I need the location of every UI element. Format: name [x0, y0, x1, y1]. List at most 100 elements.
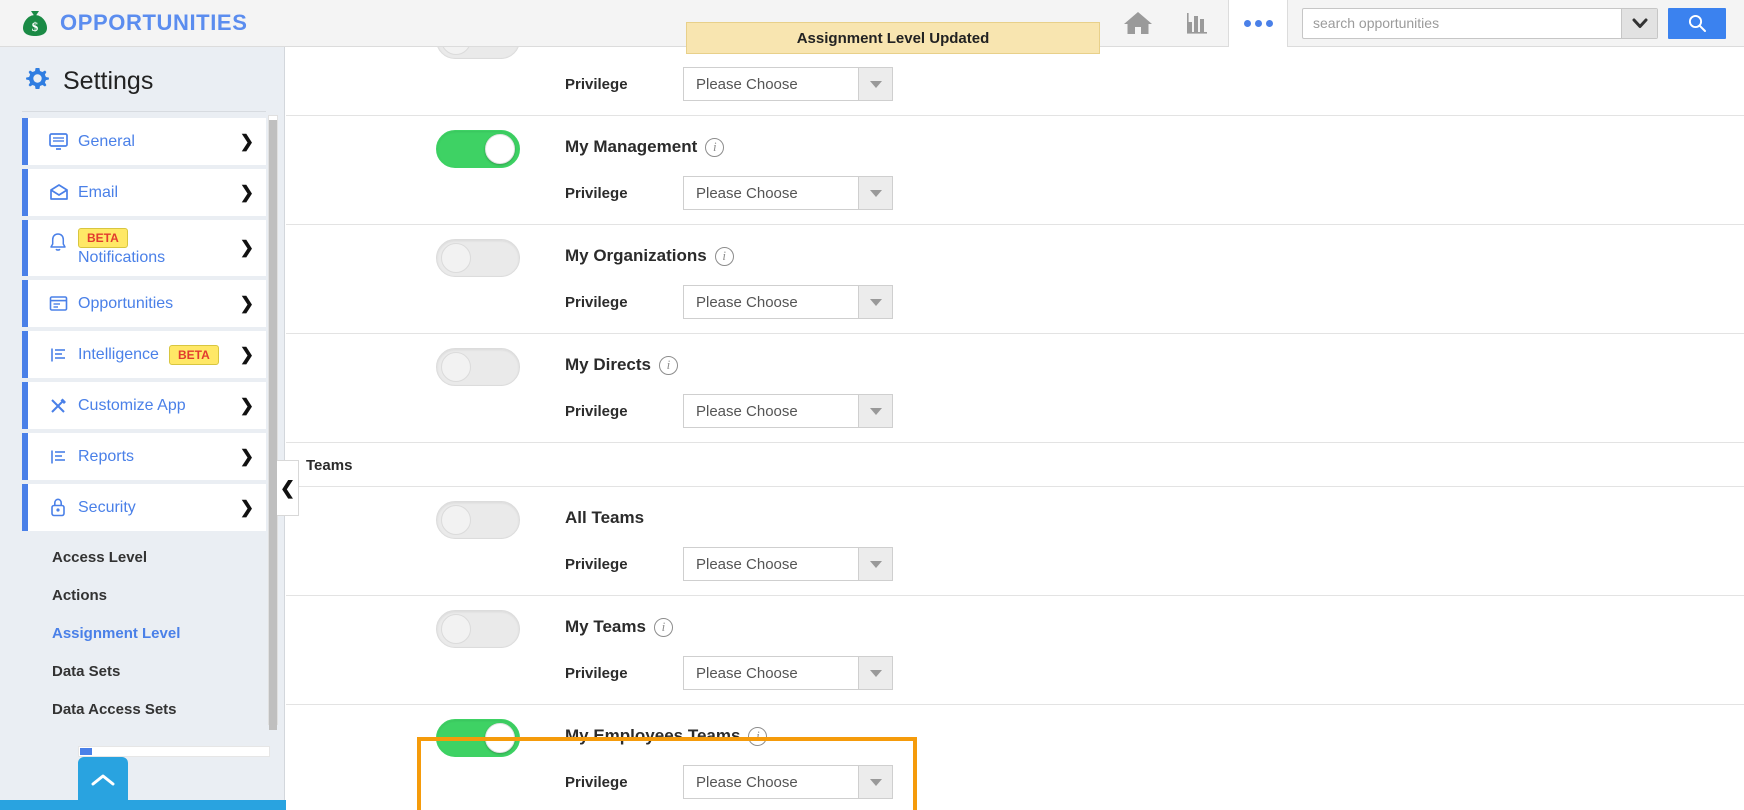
privilege-label: Privilege — [565, 75, 628, 93]
sidebar-item-label: Opportunities — [78, 294, 174, 312]
sidebar-item-security[interactable]: Security ❯ — [22, 484, 266, 531]
sidebar-item-label: Email — [78, 183, 119, 201]
sidebar-item-label: Intelligence — [78, 345, 159, 363]
row-toggle[interactable] — [436, 610, 520, 648]
row-title-label: My Employees Teams — [565, 726, 741, 745]
row-title: My Directs i — [565, 346, 1744, 384]
sidebar-item-general[interactable]: General ❯ — [22, 118, 266, 165]
search-scope-chevron-down-icon[interactable] — [1621, 8, 1657, 38]
privilege-label: Privilege — [565, 664, 628, 682]
app-root: $ OPPORTUNITIES search opportunities Ass… — [0, 0, 1744, 810]
row-toggle[interactable] — [436, 348, 520, 386]
bell-icon — [48, 232, 78, 253]
sidebar-item-customize-app[interactable]: Customize App ❯ — [22, 382, 266, 429]
sidebar-subitem-data-sets[interactable]: Data Sets — [52, 663, 284, 680]
privilege-dropdown[interactable]: Please Choose — [683, 765, 893, 799]
info-icon[interactable]: i — [748, 726, 768, 746]
main-content: Privilege Please Choose My Management i … — [286, 47, 1744, 810]
sidebar-item-opportunities[interactable]: Opportunities ❯ — [22, 280, 266, 327]
row-toggle[interactable] — [436, 47, 520, 59]
sidebar-scroll-thumb[interactable] — [269, 120, 277, 730]
caret-down-icon[interactable] — [858, 548, 892, 580]
sidebar-hscroll-thumb[interactable] — [80, 748, 92, 755]
sidebar-item-notifications-content: BETA Notifications — [78, 226, 165, 267]
privilege-dropdown[interactable]: Please Choose — [683, 656, 893, 690]
window-icon — [48, 294, 78, 314]
row-title: My Teams i — [565, 608, 1744, 646]
sidebar-item-reports[interactable]: Reports ❯ — [22, 433, 266, 480]
caret-down-icon[interactable] — [858, 657, 892, 689]
sidebar-item-label: Reports — [78, 447, 135, 465]
privilege-dropdown[interactable]: Please Choose — [683, 176, 893, 210]
info-icon[interactable]: i — [653, 617, 673, 637]
privilege-row: Privilege Please Choose — [565, 285, 1744, 319]
caret-down-icon[interactable] — [858, 68, 892, 100]
row-toggle[interactable] — [436, 130, 520, 168]
table-row: Privilege Please Choose — [286, 47, 1744, 116]
row-body: My Organizations i Privilege Please Choo… — [565, 237, 1744, 319]
info-icon[interactable]: i — [705, 137, 725, 157]
report-icon — [48, 447, 78, 467]
sidebar-horizontal-scrollbar[interactable] — [78, 746, 270, 757]
row-toggle[interactable] — [436, 239, 520, 277]
notification-banner: Assignment Level Updated — [686, 22, 1100, 54]
home-icon[interactable] — [1108, 0, 1168, 47]
row-body: Privilege Please Choose — [565, 47, 1744, 101]
sidebar-item-label: Customize App — [78, 396, 186, 414]
toggle-knob — [441, 614, 471, 644]
table-row: My Employees Teams i Privilege Please Ch… — [286, 705, 1744, 810]
info-icon[interactable]: i — [714, 246, 734, 266]
row-title: All Teams — [565, 499, 1744, 537]
privilege-label: Privilege — [565, 773, 628, 791]
privilege-dropdown[interactable]: Please Choose — [683, 547, 893, 581]
sidebar-subitem-access-level[interactable]: Access Level — [52, 549, 284, 566]
toggle-knob — [441, 47, 471, 55]
scroll-to-top-button[interactable] — [78, 757, 128, 802]
privilege-dropdown[interactable]: Please Choose — [683, 285, 893, 319]
list-lines-icon — [48, 345, 78, 365]
sidebar-subitem-actions[interactable]: Actions — [52, 587, 284, 604]
privilege-row: Privilege Please Choose — [565, 656, 1744, 690]
row-body: All Teams Privilege Please Choose — [565, 499, 1744, 581]
caret-down-icon[interactable] — [858, 766, 892, 798]
chevron-right-icon: ❯ — [239, 344, 254, 364]
dots — [1243, 19, 1273, 27]
search-button[interactable] — [1668, 7, 1726, 39]
sidebar-vertical-scrollbar[interactable] — [268, 115, 278, 730]
privilege-dropdown[interactable]: Please Choose — [683, 67, 893, 101]
sidebar: Settings General ❯ Email ❯ BETA Notifica… — [0, 47, 404, 810]
more-dots-icon[interactable] — [1228, 0, 1288, 47]
caret-down-icon[interactable] — [858, 395, 892, 427]
sidebar-item-email[interactable]: Email ❯ — [22, 169, 266, 216]
row-title-label: All Teams — [565, 508, 645, 527]
privilege-label: Privilege — [565, 184, 628, 202]
sidebar-subitem-assignment-level[interactable]: Assignment Level — [52, 625, 284, 642]
toggle-knob — [441, 243, 471, 273]
sidebar-item-label: Security — [78, 498, 136, 516]
row-body: My Employees Teams i Privilege Please Ch… — [565, 717, 1744, 799]
row-title: My Employees Teams i — [565, 717, 1744, 755]
caret-down-icon[interactable] — [858, 177, 892, 209]
bar-chart-icon[interactable] — [1168, 0, 1228, 47]
money-bag-icon: $ — [20, 8, 50, 38]
toggle-knob — [441, 505, 471, 535]
row-toggle[interactable] — [436, 501, 520, 539]
sidebar-collapse-button[interactable]: ❮ — [277, 460, 299, 516]
toggle-knob — [485, 134, 515, 164]
privilege-row: Privilege Please Choose — [565, 67, 1744, 101]
privilege-dropdown[interactable]: Please Choose — [683, 394, 893, 428]
row-body: My Management i Privilege Please Choose — [565, 128, 1744, 210]
beta-badge: BETA — [168, 344, 219, 365]
privilege-dropdown-value: Please Choose — [696, 293, 798, 311]
chevron-right-icon: ❯ — [239, 395, 254, 415]
sidebar-item-intelligence[interactable]: Intelligence BETA ❯ — [22, 331, 266, 378]
chevron-right-icon: ❯ — [239, 238, 254, 257]
privilege-label: Privilege — [565, 293, 628, 311]
sidebar-item-notifications[interactable]: BETA Notifications ❯ — [22, 220, 266, 276]
search-input[interactable] — [1303, 8, 1621, 38]
tools-icon — [48, 396, 78, 416]
row-toggle[interactable] — [436, 719, 520, 757]
caret-down-icon[interactable] — [858, 286, 892, 318]
info-icon[interactable]: i — [658, 355, 678, 375]
sidebar-subitem-data-access-sets[interactable]: Data Access Sets — [52, 701, 284, 718]
